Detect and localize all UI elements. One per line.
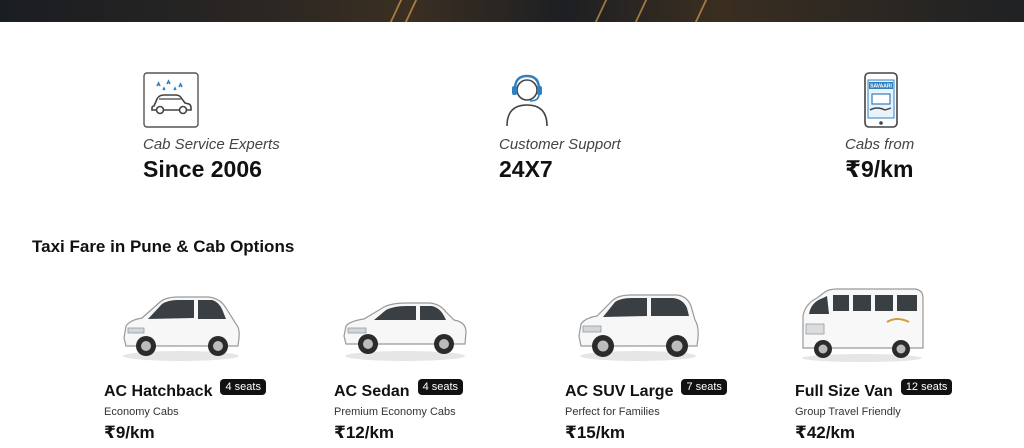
feature-cabs-from: SAVAARI Cabs from ₹9/km [845, 72, 914, 182]
mobile-payment-icon: SAVAARI [864, 72, 898, 128]
feature-customer-support: Customer Support 24X7 [499, 72, 621, 182]
suv-car-image [578, 294, 699, 361]
cab-subtitle: Premium Economy Cabs [334, 406, 456, 418]
seats-badge: 12 seats [900, 379, 953, 395]
headset-support-icon [506, 74, 548, 127]
feature-cab-experts: Cab Service Experts Since 2006 [143, 72, 280, 182]
seats-badge: 4 seats [220, 379, 266, 395]
feature-label: Cab Service Experts [143, 136, 280, 153]
section-title: Taxi Fare in Pune & Cab Options [32, 237, 295, 256]
feature-value: 24X7 [499, 156, 553, 182]
feature-label: Cabs from [845, 136, 915, 153]
cab-subtitle: Economy Cabs [104, 406, 179, 418]
sedan-car-image [343, 302, 467, 361]
feature-value: Since 2006 [143, 156, 262, 182]
cab-subtitle: Group Travel Friendly [795, 406, 901, 418]
cab-name: AC Hatchback [104, 383, 213, 400]
seats-badge: 4 seats [417, 379, 464, 395]
svg-text:SAVAARI: SAVAARI [870, 84, 892, 90]
feature-value: ₹9/km [845, 156, 914, 182]
van-image [802, 288, 924, 362]
seats-badge: 7 seats [681, 379, 727, 395]
cab-price: ₹12/km [334, 423, 395, 442]
cab-price: ₹9/km [104, 423, 155, 442]
cab-price: ₹15/km [565, 423, 626, 442]
hero-banner-image [0, 0, 1024, 22]
car-wash-icon [143, 72, 199, 128]
cab-subtitle: Perfect for Families [565, 406, 660, 418]
cab-name: AC SUV Large [565, 383, 674, 400]
feature-label: Customer Support [499, 136, 621, 153]
cab-price: ₹42/km [795, 423, 856, 442]
hatchback-car-image [123, 296, 240, 361]
cab-name: Full Size Van [795, 383, 893, 400]
cab-name: AC Sedan [334, 383, 410, 400]
